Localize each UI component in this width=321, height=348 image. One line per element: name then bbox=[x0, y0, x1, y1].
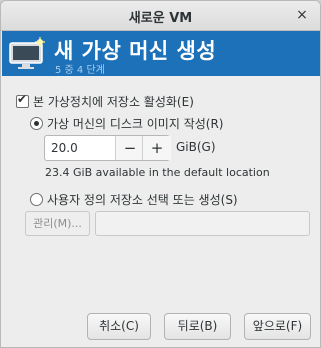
custom-storage-radio[interactable]: 사용자 정의 저장소 선택 또는 생성(S) bbox=[30, 191, 238, 208]
radio-button[interactable] bbox=[30, 193, 43, 206]
disk-size-spinner[interactable]: 20.0 − + bbox=[44, 135, 171, 161]
available-space-text: 23.4 GiB available in the default locati… bbox=[45, 166, 270, 179]
cancel-button[interactable]: 취소(C) bbox=[87, 313, 151, 340]
create-disk-label: 가상 머신의 디스크 이미지 작성(R) bbox=[47, 117, 224, 131]
monitor-sparkle-icon bbox=[9, 37, 45, 69]
decrement-button[interactable]: − bbox=[115, 136, 144, 160]
wizard-step: 5 중 4 단계 bbox=[55, 65, 105, 76]
increment-button[interactable]: + bbox=[142, 136, 171, 160]
create-disk-radio[interactable]: 가상 머신의 디스크 이미지 작성(R) bbox=[30, 115, 223, 132]
custom-storage-label: 사용자 정의 저장소 선택 또는 생성(S) bbox=[47, 193, 238, 207]
radio-dot bbox=[34, 121, 39, 126]
enable-storage-checkbox[interactable]: ✔ 본 가상정치에 저장소 활성화(E) bbox=[16, 92, 194, 110]
storage-path-input bbox=[95, 211, 310, 236]
title-bar: 새로운 VM × bbox=[1, 1, 320, 31]
new-vm-dialog: 새로운 VM × 새 가상 머신 생성 5 중 4 단계 ✔ 본 가상정치에 저장… bbox=[0, 0, 321, 348]
forward-button[interactable]: 앞으로(F) bbox=[244, 313, 311, 340]
size-unit-label: GiB(G) bbox=[176, 140, 216, 154]
window-title: 새로운 VM bbox=[128, 11, 193, 26]
checkmark-icon: ✔ bbox=[17, 92, 28, 106]
radio-button[interactable] bbox=[30, 117, 43, 130]
close-icon[interactable]: × bbox=[292, 5, 312, 25]
manage-button: 관리(M)... bbox=[25, 211, 90, 236]
wizard-banner: 새 가상 머신 생성 5 중 4 단계 bbox=[2, 31, 320, 76]
disk-size-value[interactable]: 20.0 bbox=[51, 141, 78, 155]
checkbox-box[interactable]: ✔ bbox=[16, 92, 29, 108]
enable-storage-label: 본 가상정치에 저장소 활성화(E) bbox=[33, 95, 194, 109]
back-button[interactable]: 뒤로(B) bbox=[164, 313, 231, 340]
